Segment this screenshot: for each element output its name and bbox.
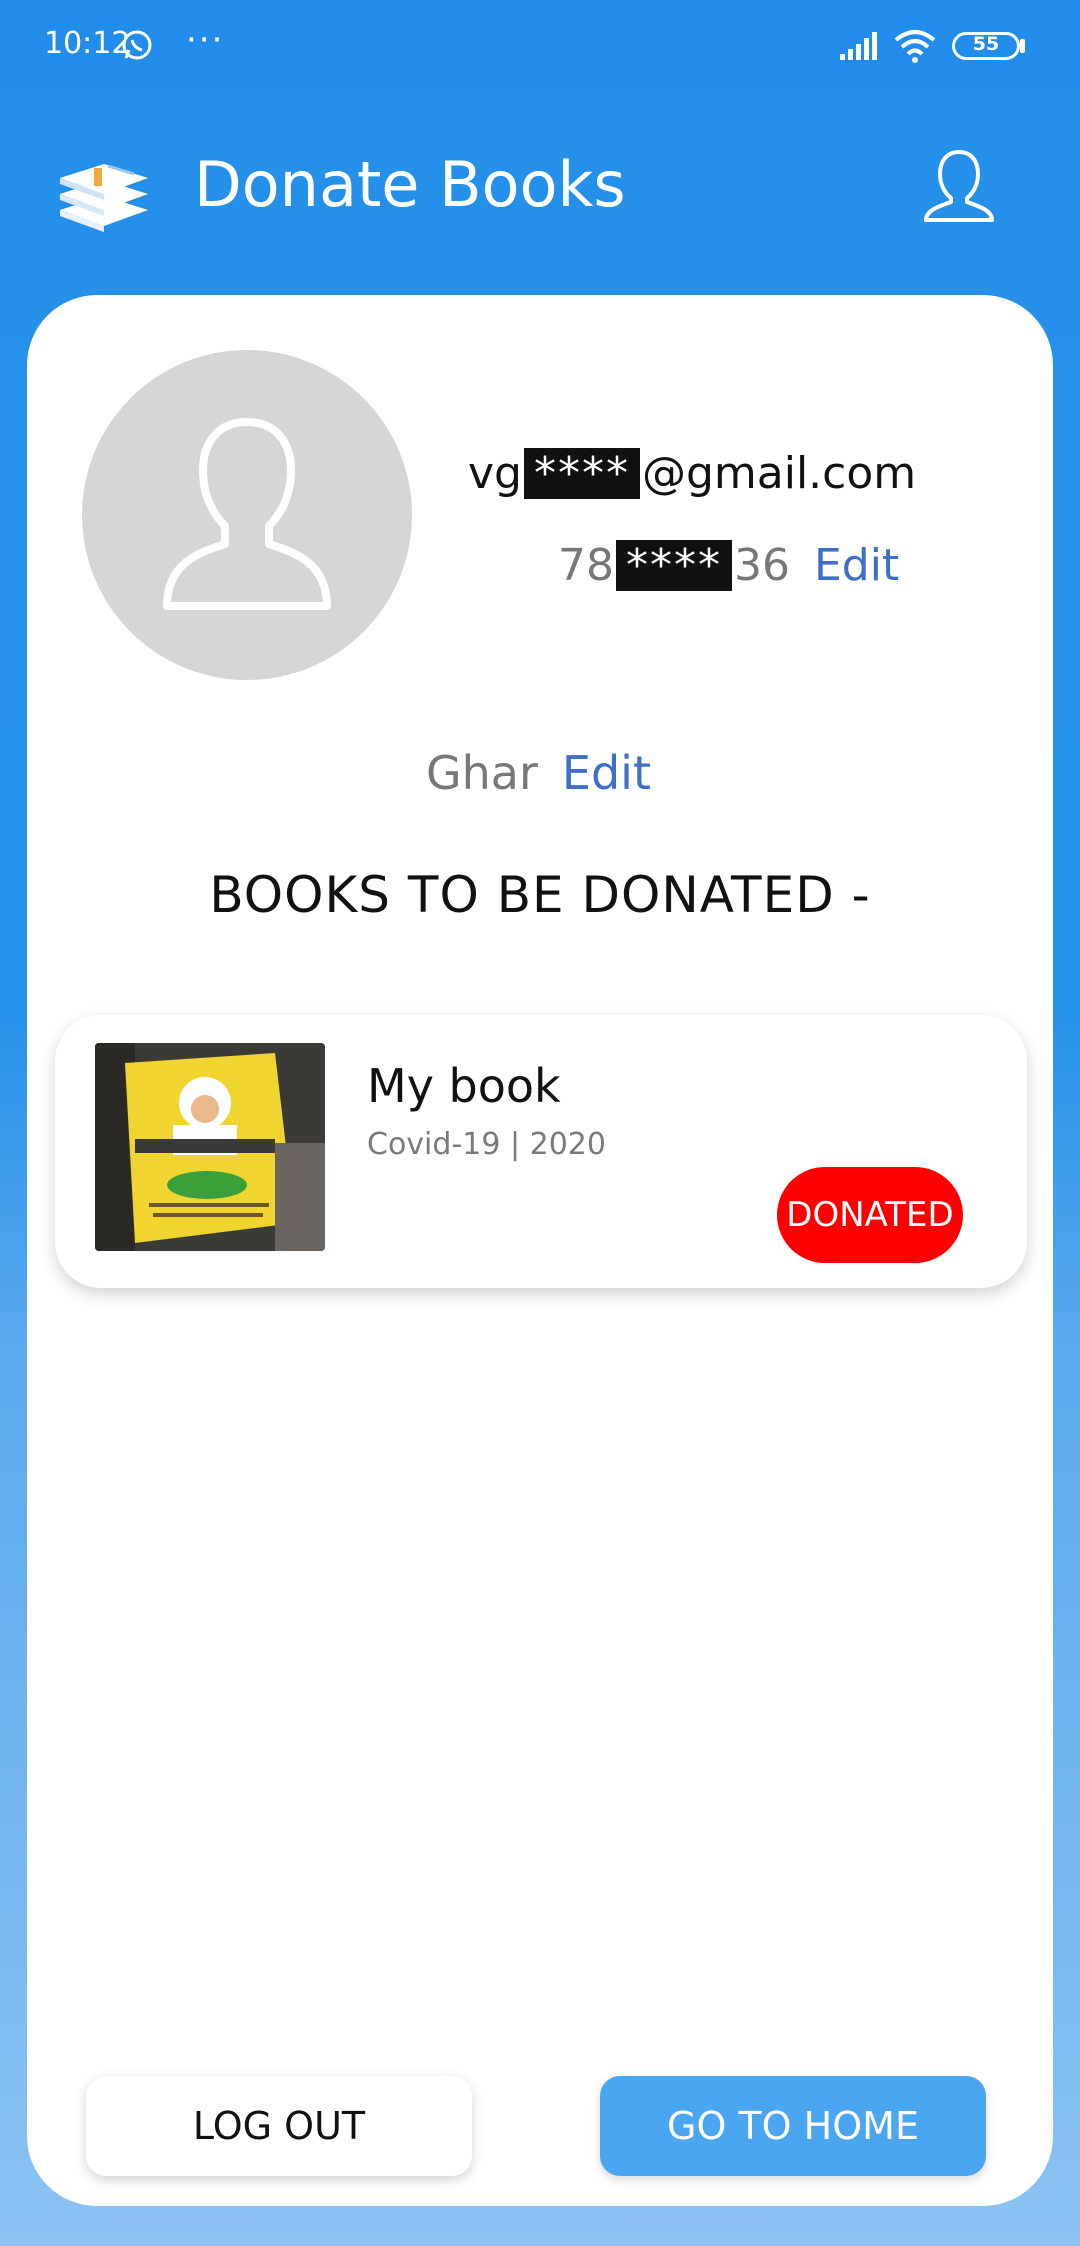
book-list-item[interactable]: My book Covid-19 | 2020 DONATED [55, 1015, 1027, 1288]
user-silhouette-icon [163, 418, 331, 610]
books-stack-icon [60, 164, 148, 232]
book-title: My book [367, 1059, 561, 1113]
status-overflow-icon: ··· [186, 20, 225, 60]
avatar[interactable] [82, 350, 412, 680]
phone-prefix: 78 [558, 540, 614, 591]
app-title: Donate Books [194, 148, 626, 221]
email-redaction: **** [523, 448, 640, 499]
status-bar: 10:12 ··· 55 [0, 0, 1080, 88]
edit-phone-link[interactable]: Edit [814, 540, 899, 591]
status-time: 10:12 [44, 26, 131, 61]
battery-icon: 55 [952, 32, 1020, 60]
go-to-home-button[interactable]: GO TO HOME [600, 2076, 986, 2176]
email-prefix: vg [468, 448, 522, 499]
logout-button[interactable]: LOG OUT [86, 2076, 472, 2176]
edit-address-link[interactable]: Edit [562, 746, 651, 800]
battery-tip [1020, 39, 1025, 53]
battery-level: 55 [972, 33, 1000, 55]
donated-status-badge[interactable]: DONATED [777, 1167, 963, 1263]
address-text: Ghar Edit [426, 746, 651, 800]
email-suffix: @gmail.com [641, 448, 917, 499]
book-cover-picture [95, 1043, 325, 1251]
phone-redaction: **** [616, 540, 732, 591]
wifi-icon [894, 30, 936, 63]
email-text: vg **** @gmail.com [468, 448, 916, 499]
phone-text: 78 **** 36 Edit [558, 540, 899, 591]
books-section-title: BOOKS TO BE DONATED - [209, 866, 871, 924]
book-subtitle: Covid-19 | 2020 [367, 1127, 606, 1162]
address-value: Ghar [426, 746, 538, 800]
user-outline-icon[interactable] [918, 144, 1000, 226]
phone-suffix: 36 [734, 540, 790, 591]
whatsapp-icon [122, 30, 152, 60]
book-cover-image [95, 1043, 325, 1251]
signal-icon [840, 32, 877, 60]
